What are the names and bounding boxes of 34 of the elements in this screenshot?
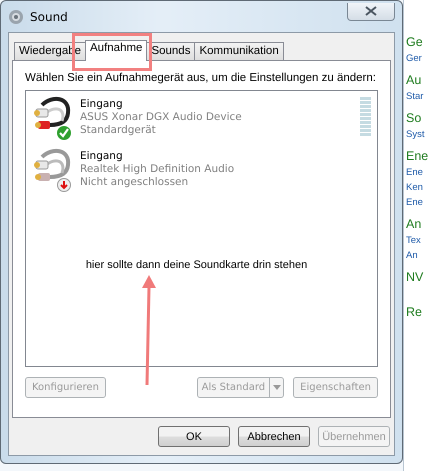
section-heading: NV — [406, 269, 424, 286]
speaker-icon — [8, 8, 24, 24]
link[interactable]: Ken — [406, 180, 429, 195]
section-heading: Re — [406, 304, 423, 321]
link[interactable]: Syst — [406, 127, 429, 142]
link[interactable]: Star — [406, 89, 429, 104]
link[interactable]: An — [406, 248, 429, 263]
link[interactable]: Tex — [406, 233, 429, 248]
section-heading: So — [406, 110, 422, 127]
device-description: Realtek High Definition Audio — [80, 163, 236, 176]
tab[interactable]: Aufnahme — [85, 40, 148, 61]
device-description: ASUS Xonar DGX Audio Device — [80, 111, 243, 124]
section-heading: An — [406, 216, 422, 233]
button[interactable]: Abbrechen — [238, 426, 310, 447]
close-icon — [365, 6, 377, 16]
caret-icon — [272, 385, 281, 390]
button[interactable]: OK — [158, 426, 230, 447]
device-status: Standardgerät — [80, 124, 157, 137]
link[interactable]: Ene — [406, 165, 429, 180]
close-button[interactable] — [347, 2, 395, 20]
section-heading: Au — [406, 72, 422, 89]
section-heading: Ge — [406, 34, 424, 51]
device-status: Nicht angeschlossen — [80, 176, 190, 189]
tab[interactable]: Kommunikation — [194, 42, 284, 60]
device-name: Eingang — [80, 150, 124, 163]
tab[interactable]: Sounds — [146, 42, 196, 60]
link[interactable]: Ger — [406, 51, 429, 66]
device-name: Eingang — [80, 98, 124, 111]
window-title: Sound — [30, 10, 69, 24]
link[interactable]: Ene — [406, 195, 429, 210]
section-heading: Ene — [406, 148, 429, 165]
instruction-text: Wählen Sie ein Aufnahmegerät aus, um die Einstellungen zu ändern: — [25, 71, 376, 85]
tab[interactable]: Wiedergabe — [14, 42, 86, 60]
annotation-text: hier sollte dann deine Soundkarte drin stehen — [86, 259, 308, 271]
